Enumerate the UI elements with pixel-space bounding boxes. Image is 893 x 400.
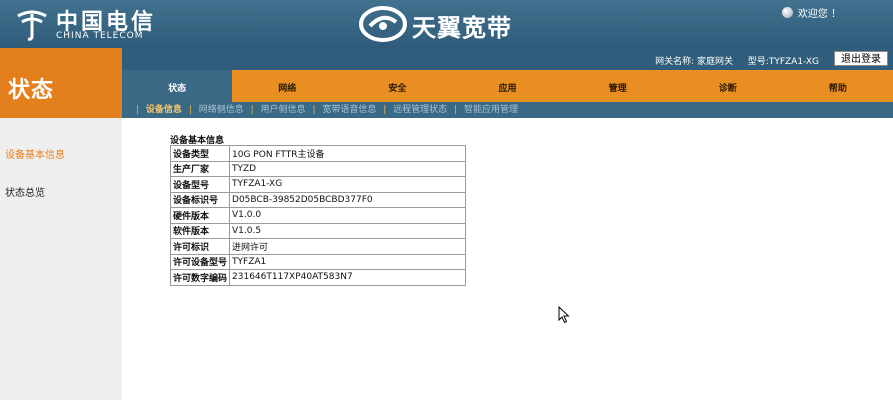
table-row: 许可数字编码 231646T117XP40AT583N7: [169, 269, 466, 286]
tianyi-logo-icon: [359, 6, 407, 42]
welcome-area: 欢迎您 ！: [781, 5, 841, 20]
row-key: 设备型号: [169, 176, 231, 193]
table-row: 许可标识 进网许可: [169, 238, 466, 255]
row-value: 10G PON FTTR主设备: [229, 145, 466, 162]
status-title-block: 状态: [0, 48, 122, 118]
row-value: TYFZA1: [229, 253, 466, 270]
china-telecom-logo-icon: [17, 10, 47, 41]
subtab-user-side-info[interactable]: 用户侧信息: [261, 105, 306, 115]
main-nav: 状态 网络 安全 应用 管理 诊断 帮助: [122, 70, 893, 102]
row-value: V1.0.0: [229, 207, 466, 224]
table-row: 设备标识号 D05BCB-39852D05BCBD377F0: [169, 191, 466, 208]
tab-help[interactable]: 帮助: [783, 70, 893, 102]
sidebar: 设备基本信息 状态总览: [0, 118, 122, 400]
row-value: 进网许可: [229, 238, 466, 255]
subtab-device-info[interactable]: 设备信息: [146, 105, 182, 115]
mouse-cursor-icon: [558, 306, 570, 324]
device-info-table: 设备类型 10G PON FTTR主设备 生产厂家 TYZD 设备型号 TYFZA1-…: [169, 145, 466, 286]
tab-application[interactable]: 应用: [452, 70, 562, 102]
table-row: 设备类型 10G PON FTTR主设备: [169, 145, 466, 162]
logout-button[interactable]: 退出登录: [834, 51, 888, 66]
row-value: TYFZA1-XG: [229, 176, 466, 193]
device-model: 型号:TYFZA1-XG: [747, 57, 819, 67]
china-telecom-en-text: CHINA TELECOM: [56, 31, 144, 41]
gateway-name: 网关名称: 家庭网关: [655, 57, 733, 67]
subtab-smart-app-management[interactable]: 智能应用管理: [464, 105, 518, 115]
page-title: 状态: [8, 78, 55, 103]
subtab-remote-management-status[interactable]: 远程管理状态: [393, 105, 447, 115]
table-row: 许可设备型号 TYFZA1: [169, 253, 466, 270]
row-key: 许可数字编码: [169, 269, 231, 286]
tab-status[interactable]: 状态: [122, 70, 233, 102]
tab-network[interactable]: 网络: [232, 70, 342, 102]
row-key: 设备类型: [169, 145, 231, 162]
info-bar: 网关名称: 家庭网关 型号:TYFZA1-XG 退出登录: [122, 48, 893, 70]
row-key: 生产厂家: [169, 160, 231, 177]
table-row: 硬件版本 V1.0.0: [169, 207, 466, 224]
sub-nav: | 设备信息 | 网络侧信息 | 用户侧信息 | 宽带语音信息 | 远程管理状态…: [122, 102, 893, 118]
row-key: 硬件版本: [169, 207, 231, 224]
subtab-network-side-info[interactable]: 网络侧信息: [199, 105, 244, 115]
tab-diagnosis[interactable]: 诊断: [673, 70, 783, 102]
sidebar-item-device-basic-info[interactable]: 设备基本信息: [5, 146, 65, 161]
welcome-text: 欢迎您 ！: [797, 9, 841, 20]
row-key: 设备标识号: [169, 191, 231, 208]
china-telecom-logo: 中国电信 CHINA TELECOM: [12, 4, 172, 44]
tianyi-logo: 天翼宽带: [358, 4, 528, 44]
tab-management[interactable]: 管理: [563, 70, 673, 102]
row-value: D05BCB-39852D05BCBD377F0: [229, 191, 466, 208]
top-header: 中国电信 CHINA TELECOM 天翼宽带 欢迎您 ！: [0, 0, 893, 48]
row-value: TYZD: [229, 160, 466, 177]
row-key: 软件版本: [169, 222, 231, 239]
tianyi-logo-text: 天翼宽带: [412, 14, 512, 42]
row-key: 许可标识: [169, 238, 231, 255]
table-row: 软件版本 V1.0.5: [169, 222, 466, 239]
table-row: 生产厂家 TYZD: [169, 160, 466, 177]
globe-icon: [781, 7, 793, 18]
row-value: 231646T117XP40AT583N7: [229, 269, 466, 286]
sidebar-item-status-overview[interactable]: 状态总览: [5, 184, 45, 199]
row-key: 许可设备型号: [169, 253, 231, 270]
subtab-broadband-voice-info[interactable]: 宽带语音信息: [322, 105, 376, 115]
table-row: 设备型号 TYFZA1-XG: [169, 176, 466, 193]
tab-security[interactable]: 安全: [342, 70, 452, 102]
row-value: V1.0.5: [229, 222, 466, 239]
